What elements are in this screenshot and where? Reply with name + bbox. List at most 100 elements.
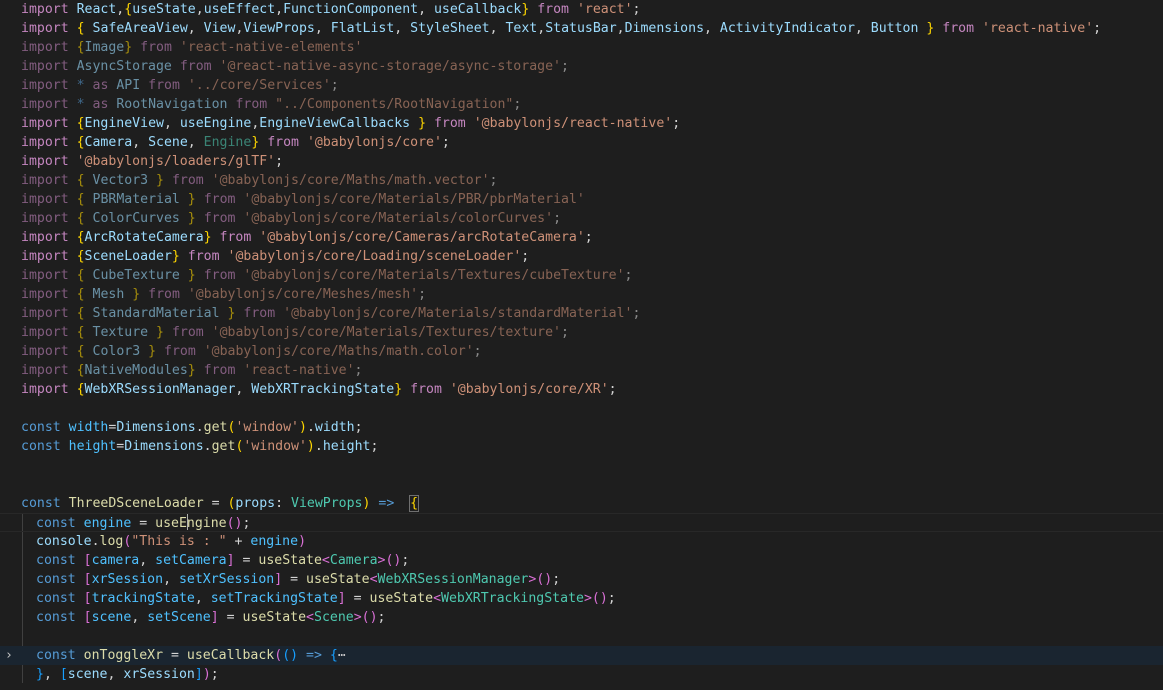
code-line[interactable]: const height=Dimensions.get('window').he… bbox=[0, 437, 1163, 456]
code-line[interactable]: const engine = useEngine(); bbox=[0, 513, 1163, 532]
code-token: ] bbox=[194, 667, 203, 682]
code-line[interactable]: import { Mesh } from '@babylonjs/core/Me… bbox=[0, 285, 1163, 304]
code-token: from bbox=[410, 382, 442, 397]
code-line[interactable]: console.log("This is : " + engine) bbox=[0, 532, 1163, 551]
code-line[interactable]: import {Image} from 'react-native-elemen… bbox=[0, 38, 1163, 57]
code-token: ArcRotateCamera bbox=[84, 230, 204, 245]
code-token: , bbox=[194, 591, 211, 606]
code-token: , bbox=[163, 116, 180, 131]
code-token: SceneLoader bbox=[84, 249, 172, 264]
code-token: StatusBar bbox=[545, 21, 617, 36]
chevron-right-icon[interactable]: › bbox=[5, 646, 13, 665]
code-token: [ bbox=[83, 591, 92, 606]
code-line[interactable]: const [scene, setScene] = useState<Scene… bbox=[0, 608, 1163, 627]
code-token: } bbox=[203, 230, 212, 245]
code-token: . bbox=[306, 420, 315, 435]
code-line[interactable]: const [trackingState, setTrackingState] … bbox=[0, 589, 1163, 608]
code-token: EngineView bbox=[84, 116, 164, 131]
code-token: const bbox=[36, 516, 76, 531]
code-token: setScene bbox=[147, 610, 211, 625]
code-token: { bbox=[76, 230, 85, 245]
code-token: WebXRSessionManager bbox=[377, 572, 529, 587]
code-token: ) bbox=[298, 534, 307, 549]
code-token: as bbox=[92, 97, 109, 112]
code-line[interactable]: import '@babylonjs/loaders/glTF'; bbox=[0, 152, 1163, 171]
code-token: engine bbox=[83, 516, 132, 531]
code-line[interactable]: const ThreeDSceneLoader = (props: ViewPr… bbox=[0, 494, 1163, 513]
code-line[interactable]: const [xrSession, setXrSession] = useSta… bbox=[0, 570, 1163, 589]
code-line[interactable] bbox=[0, 399, 1163, 418]
code-line[interactable]: import { SafeAreaView, View,ViewProps, F… bbox=[0, 19, 1163, 38]
code-token: } bbox=[187, 211, 196, 226]
code-token: ActivityIndicator bbox=[719, 21, 855, 36]
code-token: from bbox=[203, 268, 236, 283]
code-token: 'react-native-elements' bbox=[179, 40, 363, 55]
code-line[interactable]: import * as API from '../core/Services'; bbox=[0, 76, 1163, 95]
code-token: import bbox=[21, 78, 69, 93]
code-line[interactable]: }, [scene, xrSession]); bbox=[0, 665, 1163, 684]
code-token: } bbox=[124, 40, 133, 55]
code-line[interactable] bbox=[0, 627, 1163, 646]
code-line[interactable]: import { Vector3 } from '@babylonjs/core… bbox=[0, 171, 1163, 190]
code-line[interactable]: import {SceneLoader} from '@babylonjs/co… bbox=[0, 247, 1163, 266]
code-token: ; bbox=[354, 420, 363, 435]
code-token: ; bbox=[489, 173, 498, 188]
code-text: const [xrSession, setXrSession] = useSta… bbox=[36, 570, 560, 589]
code-line[interactable]: › const onToggleXr = useCallback(() => {⋯ bbox=[0, 646, 1163, 665]
code-token: log bbox=[99, 534, 124, 549]
code-line[interactable]: import { CubeTexture } from '@babylonjs/… bbox=[0, 266, 1163, 285]
code-line[interactable]: import AsyncStorage from '@react-native-… bbox=[0, 57, 1163, 76]
code-line[interactable]: import {NativeModules} from 'react-nativ… bbox=[0, 361, 1163, 380]
code-token: from bbox=[171, 325, 204, 340]
code-token: Dimensions bbox=[124, 439, 204, 454]
code-line[interactable]: import {EngineView, useEngine,EngineView… bbox=[0, 114, 1163, 133]
code-line[interactable]: import {WebXRSessionManager, WebXRTracki… bbox=[0, 380, 1163, 399]
code-token: ; bbox=[242, 516, 251, 531]
code-line[interactable]: import { PBRMaterial } from '@babylonjs/… bbox=[0, 190, 1163, 209]
code-token: import bbox=[21, 287, 69, 302]
code-token: import bbox=[21, 363, 69, 378]
code-token: setCamera bbox=[155, 553, 227, 568]
code-text: const [scene, setScene] = useState<Scene… bbox=[36, 608, 386, 627]
code-token: { bbox=[76, 268, 85, 283]
code-line[interactable]: import * as RootNavigation from "../Comp… bbox=[0, 95, 1163, 114]
code-line[interactable]: const [camera, setCamera] = useState<Cam… bbox=[0, 551, 1163, 570]
code-token: , bbox=[187, 21, 204, 36]
code-line[interactable]: import {ArcRotateCamera} from '@babylonj… bbox=[0, 228, 1163, 247]
code-text: import { Texture } from '@babylonjs/core… bbox=[21, 323, 569, 342]
code-token: from bbox=[219, 230, 252, 245]
code-text: import '@babylonjs/loaders/glTF'; bbox=[21, 152, 283, 171]
code-token: import bbox=[21, 135, 69, 150]
code-token: from bbox=[942, 21, 975, 36]
code-token: from bbox=[267, 135, 299, 150]
code-line[interactable]: import { ColorCurves } from '@babylonjs/… bbox=[0, 209, 1163, 228]
code-line[interactable]: import { Color3 } from '@babylonjs/core/… bbox=[0, 342, 1163, 361]
code-token: from bbox=[187, 249, 220, 264]
code-line[interactable]: const width=Dimensions.get('window').wid… bbox=[0, 418, 1163, 437]
code-token: ; bbox=[275, 154, 284, 169]
code-token: = bbox=[345, 591, 370, 606]
code-token: } bbox=[156, 173, 164, 188]
code-token: * bbox=[76, 97, 85, 112]
code-line[interactable]: import { StandardMaterial } from '@babyl… bbox=[0, 304, 1163, 323]
code-line[interactable]: import React,{useState,useEffect,Functio… bbox=[0, 0, 1163, 19]
code-line[interactable] bbox=[0, 456, 1163, 475]
code-line[interactable]: import { Texture } from '@babylonjs/core… bbox=[0, 323, 1163, 342]
code-token: , bbox=[418, 2, 434, 17]
code-token: . bbox=[91, 534, 100, 549]
code-token: , bbox=[139, 553, 156, 568]
folded-region-ellipsis[interactable]: ⋯ bbox=[338, 648, 346, 663]
code-token: ; bbox=[513, 97, 522, 112]
code-line[interactable] bbox=[0, 475, 1163, 494]
code-token: . bbox=[314, 439, 323, 454]
code-editor[interactable]: import React,{useState,useEffect,Functio… bbox=[0, 0, 1163, 690]
code-line[interactable]: import {Camera, Scene, Engine} from '@ba… bbox=[0, 133, 1163, 152]
code-text: import * as RootNavigation from "../Comp… bbox=[21, 95, 521, 114]
